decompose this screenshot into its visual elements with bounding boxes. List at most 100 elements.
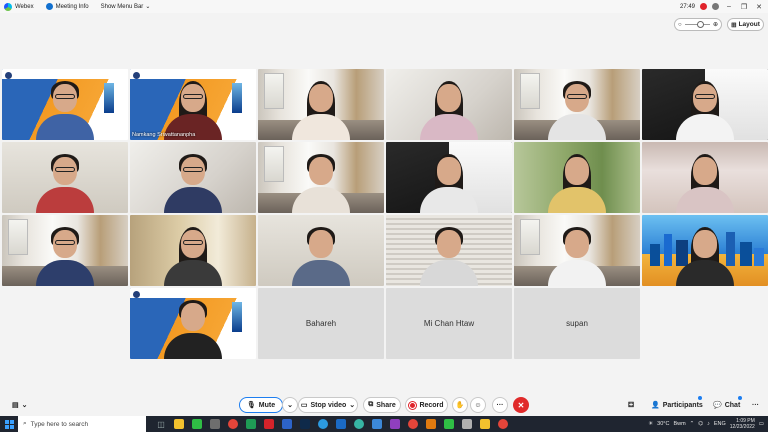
layout-button[interactable]: ⊞ Layout — [727, 18, 764, 31]
excel-icon[interactable] — [242, 416, 260, 432]
chrome-icon[interactable] — [224, 416, 242, 432]
video-tile-2[interactable]: Namkang Sriwattananpha — [130, 69, 256, 140]
video-tile-18[interactable] — [642, 215, 768, 286]
video-tile-12[interactable] — [642, 142, 768, 213]
video-tile-5[interactable] — [514, 69, 640, 140]
restore-icon[interactable]: ❐ — [739, 3, 749, 11]
raise-hand-button[interactable]: ✋ — [452, 397, 468, 413]
zoom-track[interactable] — [684, 21, 710, 28]
line-app-icon[interactable] — [188, 416, 206, 432]
network-icon[interactable]: ⌬ — [698, 421, 703, 427]
video-tile-17[interactable] — [514, 215, 640, 286]
video-tile-3[interactable] — [258, 69, 384, 140]
video-tile-4[interactable] — [386, 69, 512, 140]
chrome-icon[interactable] — [404, 416, 422, 432]
body — [420, 187, 478, 213]
stop-video-button[interactable]: ▭ Stop video ⌄ — [298, 397, 358, 413]
app-icon[interactable] — [386, 416, 404, 432]
minimize-icon[interactable]: – — [724, 3, 734, 10]
video-tile-no-video[interactable]: Mi Chan Htaw — [386, 288, 512, 359]
clock[interactable]: 1:09 PM 12/23/2022 — [730, 418, 755, 430]
outlook-icon[interactable] — [332, 416, 350, 432]
illustrator-icon[interactable] — [422, 416, 440, 432]
hand-icon: ✋ — [455, 402, 465, 409]
body — [164, 260, 222, 286]
app-icon[interactable] — [206, 416, 224, 432]
body — [292, 187, 350, 213]
glasses — [567, 94, 587, 99]
video-tile-11[interactable] — [514, 142, 640, 213]
volume-icon[interactable]: ♪ — [707, 421, 710, 427]
captions-button[interactable]: ▤ ⌄ — [12, 397, 28, 413]
video-tile-8[interactable] — [130, 142, 256, 213]
start-button[interactable] — [0, 416, 18, 432]
video-tile-6[interactable] — [642, 69, 768, 140]
language-indicator[interactable]: ENG — [714, 421, 726, 427]
video-tile-16[interactable] — [386, 215, 512, 286]
show-menu-bar-label: Show Menu Bar — [100, 3, 144, 10]
video-tile-7[interactable] — [2, 142, 128, 213]
participant-video — [163, 297, 223, 359]
leave-meeting-button[interactable]: ✕ — [513, 397, 529, 413]
video-tile-no-video[interactable]: Bahareh — [258, 288, 384, 359]
more-panels-button[interactable]: ··· — [752, 397, 759, 413]
mute-button[interactable]: 🎙 Mute — [239, 397, 283, 413]
record-icon — [409, 401, 417, 409]
body — [36, 260, 94, 286]
task-view-icon[interactable]: ◫ — [152, 416, 170, 432]
building-graphic — [232, 83, 242, 113]
record-button[interactable]: Record — [405, 397, 448, 413]
meeting-controls: ▤ ⌄ 🎙 Mute ⌄ ▭ Stop video ⌄ ⧉ Share Reco… — [0, 394, 768, 416]
taskbar-search[interactable]: ⌕ Type here to search — [18, 416, 146, 432]
acrobat-icon[interactable] — [260, 416, 278, 432]
reactions-button[interactable]: ☺ — [470, 397, 486, 413]
chevron-up-icon[interactable]: ⌃ — [690, 421, 695, 427]
body — [420, 114, 478, 140]
meeting-info-button[interactable]: Meeting Info — [45, 3, 89, 10]
body — [548, 187, 606, 213]
video-tile-10[interactable] — [386, 142, 512, 213]
zoom-in-icon[interactable]: ⊕ — [713, 21, 718, 28]
video-tile-9[interactable] — [258, 142, 384, 213]
head — [309, 84, 333, 112]
webex-taskbar-icon[interactable] — [368, 416, 386, 432]
video-tile-15[interactable] — [258, 215, 384, 286]
app-icon[interactable] — [494, 416, 512, 432]
participant-video — [547, 224, 607, 286]
chat-button[interactable]: 💬 Chat — [713, 397, 740, 413]
share-button[interactable]: ⧉ Share — [363, 397, 401, 413]
video-tile-14[interactable] — [130, 215, 256, 286]
edge-icon[interactable] — [314, 416, 332, 432]
audio-options-button[interactable]: ⌄ — [282, 397, 298, 413]
recording-indicator-icon — [700, 3, 707, 10]
video-tile-19[interactable] — [130, 288, 256, 359]
video-tile-1[interactable] — [2, 69, 128, 140]
app-icon[interactable] — [458, 416, 476, 432]
body — [36, 114, 94, 140]
app-icon[interactable] — [476, 416, 494, 432]
participant-video — [35, 78, 95, 140]
zoom-out-icon[interactable]: ○ — [678, 22, 682, 28]
more-options-button[interactable]: ··· — [492, 397, 508, 413]
participants-button[interactable]: 👤 Participants — [651, 397, 703, 413]
zoom-knob[interactable] — [697, 21, 705, 28]
close-icon[interactable]: ✕ — [754, 3, 764, 11]
zoom-slider[interactable]: ○ ⊕ — [674, 18, 722, 31]
participant-video — [675, 151, 735, 213]
notifications-icon[interactable]: ▭ — [759, 421, 764, 427]
head — [693, 157, 717, 185]
file-explorer-icon[interactable] — [170, 416, 188, 432]
chat-notification-dot — [738, 396, 742, 400]
weather-icon[interactable]: ☀ — [648, 421, 653, 427]
windows-logo-icon — [4, 419, 14, 429]
apps-button[interactable]: ⚃ — [628, 397, 634, 413]
show-menu-bar-button[interactable]: Show Menu Bar ⌄ — [100, 3, 151, 11]
app-icon[interactable] — [440, 416, 458, 432]
word-icon[interactable] — [278, 416, 296, 432]
edge-icon[interactable] — [350, 416, 368, 432]
video-tile-13[interactable] — [2, 215, 128, 286]
video-tile-no-video[interactable]: supan — [514, 288, 640, 359]
glasses — [55, 94, 75, 99]
head — [309, 230, 333, 258]
photoshop-icon[interactable] — [296, 416, 314, 432]
